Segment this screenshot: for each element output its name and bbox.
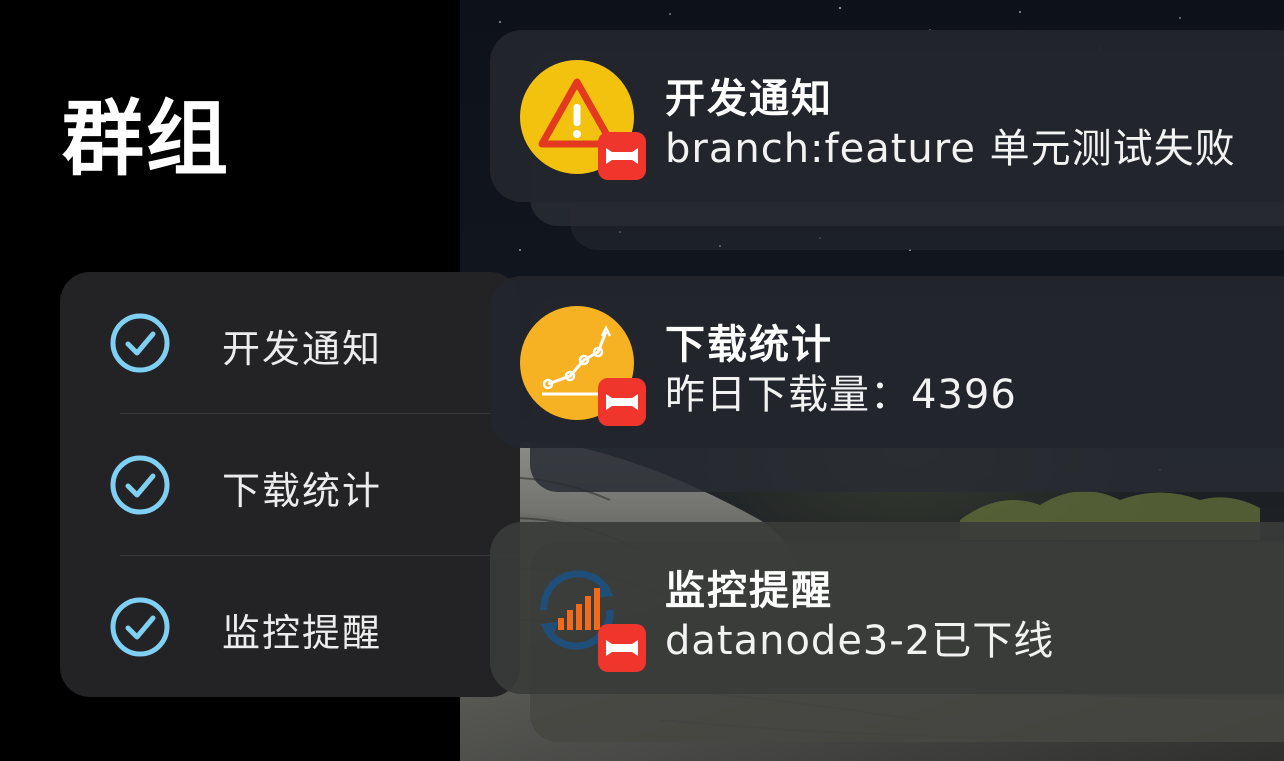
notification-stack-dev: 开发通知 branch:feature 单元测试失败 [490, 30, 1284, 252]
group-item-dev[interactable]: 开发通知 [60, 272, 520, 414]
notification-body: 昨日下载量：4396 [665, 372, 1017, 418]
notification-card-dev[interactable]: 开发通知 branch:feature 单元测试失败 [490, 30, 1284, 202]
notification-stack-downloads: 下载统计 昨日下载量：4396 [490, 276, 1284, 498]
screen: 群组 开发通知 下载统计 监控提醒 开发通知 branch:feature 单元… [0, 0, 1284, 761]
notification-body: branch:feature 单元测试失败 [665, 126, 1236, 172]
group-label: 监控提醒 [222, 611, 383, 655]
app-badge-icon [598, 624, 646, 672]
notification-stack-monitor: 监控提醒 datanode3-2已下线 [490, 522, 1284, 744]
group-item-monitor[interactable]: 监控提醒 [60, 556, 520, 698]
app-badge-icon [598, 378, 646, 426]
notification-card-monitor[interactable]: 监控提醒 datanode3-2已下线 [490, 522, 1284, 694]
notification-card-downloads[interactable]: 下载统计 昨日下载量：4396 [490, 276, 1284, 448]
group-label: 开发通知 [222, 327, 383, 371]
page-title: 群组 [62, 92, 231, 187]
app-badge-icon [598, 132, 646, 180]
checkmark-circle-icon[interactable] [110, 313, 170, 373]
group-list: 开发通知 下载统计 监控提醒 [60, 272, 520, 697]
checkmark-circle-icon[interactable] [110, 455, 170, 515]
group-item-downloads[interactable]: 下载统计 [60, 414, 520, 556]
notification-body: datanode3-2已下线 [665, 618, 1055, 664]
checkmark-circle-icon[interactable] [110, 597, 170, 657]
group-label: 下载统计 [222, 469, 383, 513]
